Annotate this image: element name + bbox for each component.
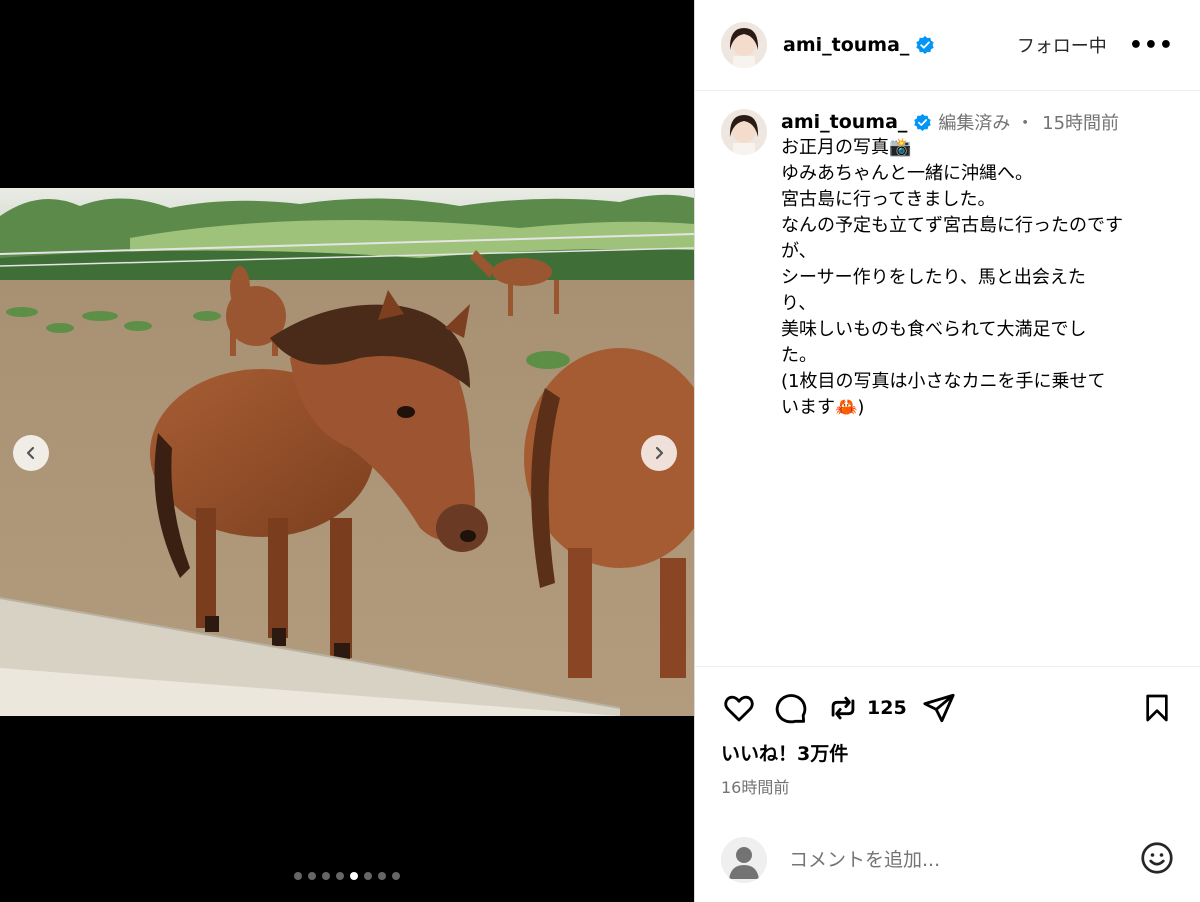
repost-count: 125 <box>867 697 907 719</box>
user-placeholder-icon <box>721 837 767 883</box>
carousel-dot <box>392 872 400 880</box>
carousel-dot <box>322 872 330 880</box>
repost-button[interactable] <box>823 688 863 728</box>
caption-line: なんの予定も立てず宮古島に行ったのです <box>781 215 1123 236</box>
bookmark-icon <box>1146 694 1168 722</box>
send-icon <box>923 693 955 723</box>
carousel-dot <box>378 872 386 880</box>
comment-bar <box>695 830 1200 890</box>
verified-badge-icon <box>913 113 932 132</box>
media-viewer <box>0 0 694 902</box>
carousel-dot <box>364 872 372 880</box>
caption-line: お正月の写真📸 <box>781 137 912 158</box>
previous-photo-button[interactable] <box>13 435 49 471</box>
caption-username[interactable]: ami_touma_ <box>781 111 907 133</box>
post-timestamp: 16時間前 <box>721 778 790 797</box>
share-button[interactable] <box>919 688 959 728</box>
carousel-dot <box>336 872 344 880</box>
caption-line: り、 <box>781 293 817 314</box>
emoji-icon <box>1141 842 1173 874</box>
comment-button[interactable] <box>771 688 811 728</box>
caption-line: います🦀) <box>781 397 865 418</box>
chevron-left-icon <box>26 446 35 460</box>
edited-label: 編集済み ・ <box>938 113 1035 134</box>
save-button[interactable] <box>1137 688 1177 728</box>
chevron-right-icon <box>655 446 664 460</box>
caption-line: (1枚目の写真は小さなカニを手に乗せて <box>781 371 1106 392</box>
carousel-dot <box>308 872 316 880</box>
more-options-button[interactable]: ••• <box>1129 33 1174 58</box>
emoji-button[interactable] <box>1139 840 1175 880</box>
post-header: ami_touma_ フォロー中 ••• <box>695 0 1200 91</box>
caption-line: シーサー作りをしたり、馬と出会えた <box>781 267 1086 288</box>
like-count[interactable]: いいね！3万件 <box>695 739 1200 766</box>
carousel-dot <box>350 872 358 880</box>
avatar[interactable] <box>721 22 767 68</box>
caption-line: ゆみあちゃんと一緒に沖縄へ。 <box>781 163 1033 184</box>
carousel-indicator <box>0 872 694 880</box>
caption-text: お正月の写真📸 ゆみあちゃんと一緒に沖縄へ。 宮古島に行ってきました。 なんの予… <box>781 135 1161 421</box>
caption-line: が、 <box>781 241 817 262</box>
heart-icon <box>724 695 754 722</box>
caption-line: 宮古島に行ってきました。 <box>781 189 996 210</box>
next-photo-button[interactable] <box>641 435 677 471</box>
caption-line: た。 <box>781 345 817 366</box>
caption: ami_touma_ 編集済み ・ 15時間前 お正月の写真📸 ゆみあちゃんと一… <box>695 91 1200 421</box>
post-photo <box>0 188 694 716</box>
avatar <box>721 837 767 883</box>
username[interactable]: ami_touma_ <box>783 34 909 56</box>
caption-line: 美味しいものも食べられて大満足でし <box>781 319 1087 340</box>
avatar[interactable] <box>721 109 767 155</box>
post-actions: 125 いいね！3万件 16時間前 <box>695 666 1200 798</box>
following-button[interactable]: フォロー中 <box>1017 32 1107 58</box>
like-button[interactable] <box>719 688 759 728</box>
carousel-dot <box>294 872 302 880</box>
verified-badge-icon <box>915 35 935 55</box>
caption-timestamp[interactable]: 15時間前 <box>1042 109 1119 135</box>
comment-icon <box>775 694 807 724</box>
post-details: ami_touma_ フォロー中 ••• ami_touma_ 編集済み ・ 1… <box>694 0 1200 902</box>
comment-input[interactable] <box>789 849 1109 871</box>
repost-icon <box>831 696 855 720</box>
